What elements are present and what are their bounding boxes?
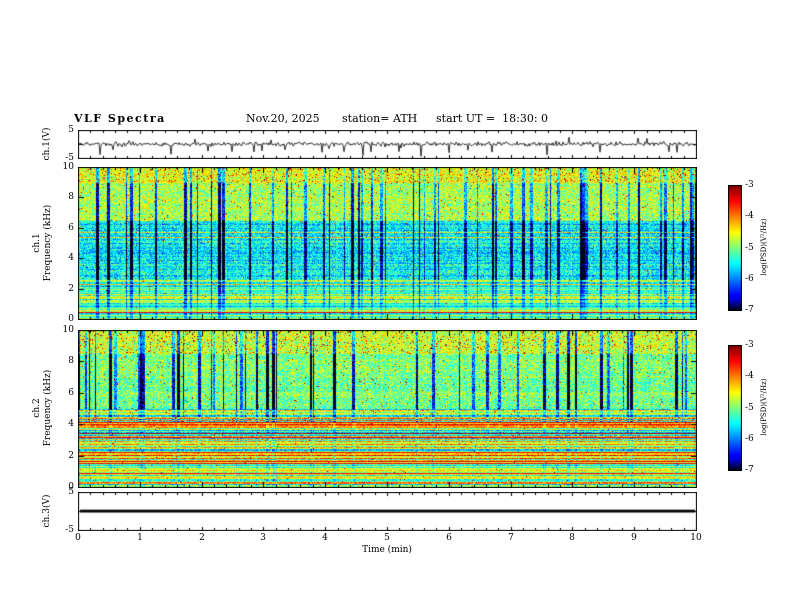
ch1_spec-ytick-label: 2	[68, 284, 74, 294]
colorbar-2-tick-label: -6	[745, 434, 754, 444]
colorbar-2-tick-label: -5	[745, 403, 754, 413]
xaxis-label: Time (min)	[362, 545, 412, 555]
colorbar-1-tick-label: -7	[745, 305, 754, 315]
colorbar-1-tick-label: -4	[745, 211, 754, 221]
xtick-label: 9	[631, 533, 637, 543]
ch2_spec-ytick-label: 8	[68, 356, 74, 366]
ch1_spec-ytick-label: 0	[68, 314, 74, 324]
ch2_spec-ytick-label: 0	[68, 482, 74, 492]
colorbar-1-tick-label: -5	[745, 243, 754, 253]
ch2_spec-ytick-label: 10	[62, 325, 74, 335]
ch1_spec-ytick-label: 10	[62, 162, 74, 172]
figure-station: station= ATH	[342, 112, 418, 125]
ch1-spec-ylabel-axis: Frequency (kHz)	[43, 204, 53, 282]
xtick-label: 0	[75, 533, 81, 543]
ch1-spec-ylabel-channel: ch.1	[32, 233, 42, 253]
colorbar-2-tick-label: -7	[745, 465, 754, 475]
ch1_spec-ytick-label: 8	[68, 192, 74, 202]
ch1-waveform-canvas	[78, 130, 697, 159]
colorbar-ch1	[728, 185, 742, 311]
colorbar-ch2	[728, 345, 742, 471]
ch2-spectrogram-canvas	[78, 330, 697, 488]
xtick-label: 10	[690, 533, 702, 543]
figure-start-ut: start UT = 18:30: 0	[436, 112, 549, 125]
xtick-label: 4	[322, 533, 328, 543]
ch2-spec-ylabel-channel: ch.2	[32, 398, 42, 418]
vlf-spectra-figure: VLF Spectra Nov.20, 2025 station= ATH st…	[0, 0, 792, 612]
figure-date: Nov.20, 2025	[246, 112, 320, 125]
xtick-label: 8	[569, 533, 575, 543]
ch1-spectrogram-canvas	[78, 167, 697, 320]
colorbar-2-tick-label: -4	[745, 371, 754, 381]
colorbar-2-tick-label: -3	[745, 340, 754, 350]
xtick-label: 7	[508, 533, 514, 543]
ch1_wave-ytick-label: 5	[68, 125, 74, 135]
ch3-waveform-canvas	[78, 492, 697, 531]
xtick-label: 6	[446, 533, 452, 543]
colorbar-1-tick-label: -3	[745, 180, 754, 190]
xtick-label: 1	[137, 533, 143, 543]
xtick-label: 2	[199, 533, 205, 543]
ch2_spec-ytick-label: 6	[68, 388, 74, 398]
xtick-label: 5	[384, 533, 390, 543]
figure-title: VLF Spectra	[74, 112, 166, 125]
ch2_spec-ytick-label: 4	[68, 419, 74, 429]
ch2_spec-ytick-label: 2	[68, 451, 74, 461]
ch1_spec-ytick-label: 6	[68, 223, 74, 233]
ch1_spec-ytick-label: 4	[68, 253, 74, 263]
ch1-spec-ylabel: ch.1 Frequency (kHz)	[32, 168, 56, 318]
colorbar-1-tick-label: -6	[745, 274, 754, 284]
xtick-label: 3	[260, 533, 266, 543]
